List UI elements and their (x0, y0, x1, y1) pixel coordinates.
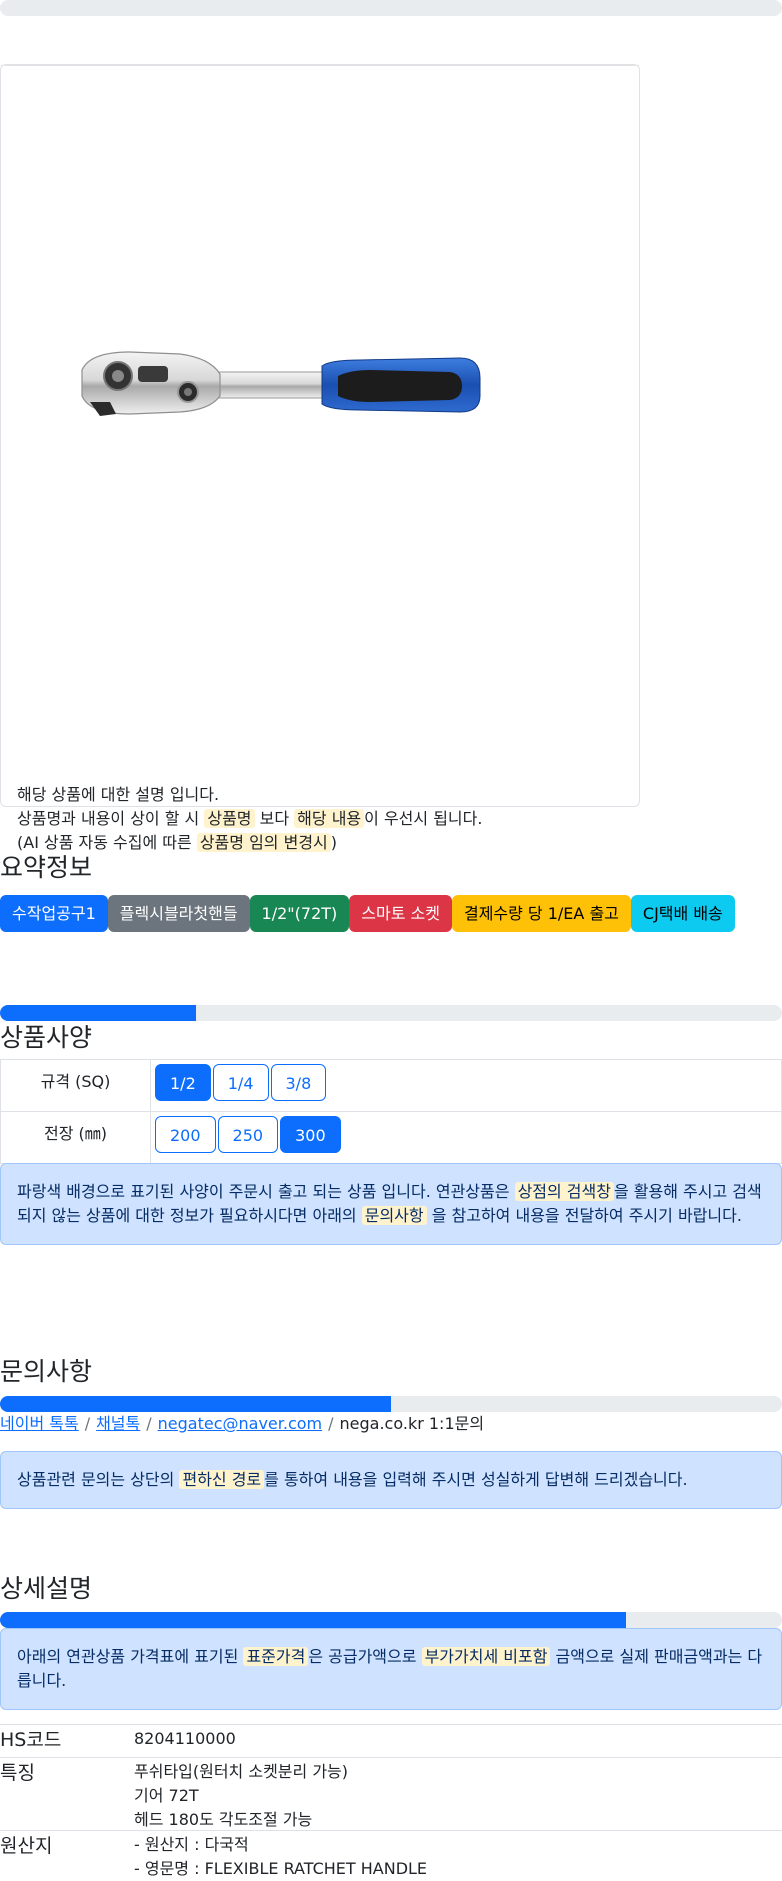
info-value-hs: 8204110000 (134, 1729, 236, 1748)
badge-quantity: 결제수량 당 1/EA 출고 (451, 895, 631, 932)
spec-progress-bar (0, 1005, 782, 1021)
info-row-features: 특징 푸쉬타입(원터치 소켓분리 가능) 기어 72T 헤드 180도 각도조절… (0, 1757, 782, 1830)
spec-title: 상품사양 (0, 1023, 93, 1052)
notice-text: 상품관련 문의는 상단의 (17, 1470, 175, 1489)
spec-options-length: 200 250 300 (150, 1111, 782, 1164)
badge-size: 1/2"(72T) (249, 895, 350, 932)
origin-item: - 원산지 : 다국적 (134, 1835, 249, 1854)
badge-category: 수작업공구1 (0, 895, 108, 932)
spec-options-sq: 1/2 1/4 3/8 (150, 1059, 782, 1112)
highlight-standard-price: 표준가격 (243, 1647, 309, 1666)
description-text: ) (330, 833, 338, 852)
option-length-300[interactable]: 300 (280, 1116, 341, 1153)
info-value-origin: - 원산지 : 다국적 - 영문명 : FLEXIBLE RATCHET HAN… (134, 1833, 427, 1880)
detail-title: 상세설명 (0, 1574, 93, 1603)
separator: / (328, 1414, 334, 1433)
inquiry-title: 문의사항 (0, 1357, 93, 1386)
highlight-vat: 부가가치세 비포함 (421, 1647, 551, 1666)
spec-label-sq: 규격 (SQ) (0, 1059, 151, 1112)
option-length-250[interactable]: 250 (217, 1116, 279, 1153)
detail-notice: 아래의 연관상품 가격표에 표기된 표준가격 은 공급가액으로 부가가치세 비포함… (0, 1628, 782, 1710)
card-divider (1, 65, 639, 66)
highlight-inquiry: 문의사항 (361, 1206, 427, 1225)
top-progress-bar (0, 0, 782, 16)
highlight-content: 해당 내용 (294, 809, 365, 828)
notice-text: 파랑색 배경으로 표기된 사양이 주문시 출고 되는 상품 입니다. 연관상품은 (17, 1182, 510, 1201)
info-row-hs: HS코드 8204110000 (0, 1724, 782, 1757)
feature-item: 기어 72T (134, 1786, 199, 1805)
option-sq-3-8[interactable]: 3/8 (270, 1064, 327, 1101)
option-sq-1-4[interactable]: 1/4 (212, 1064, 269, 1101)
spec-table: 규격 (SQ) 1/2 1/4 3/8 전장 (㎜) 200 250 300 (0, 1059, 782, 1164)
inquiry-breadcrumb: 네이버 톡톡 / 채널톡 / negatec@naver.com / nega.co.kr … (0, 1410, 484, 1434)
highlight-product-name: 상품명 (204, 809, 255, 828)
detail-progress-bar (0, 1612, 782, 1628)
separator: / (84, 1414, 91, 1433)
info-label-hs: HS코드 (0, 1729, 62, 1751)
highlight-route: 편하신 경로 (179, 1470, 265, 1489)
notice-text: 을 참고하여 내용을 전달하여 주시기 바랍니다. (431, 1206, 742, 1225)
feature-item: 헤드 180도 각도조절 가능 (134, 1810, 313, 1829)
separator: / (146, 1414, 152, 1433)
info-label-features: 특징 (0, 1762, 35, 1784)
notice-text: 를 통하여 내용을 입력해 주시면 성실하게 답변해 드리겠습니다. (264, 1470, 688, 1489)
detail-info-table: HS코드 8204110000 특징 푸쉬타입(원터치 소켓분리 가능) 기어 … (0, 1724, 782, 1880)
description-text: 보다 (259, 809, 290, 828)
summary-title: 요약정보 (0, 853, 93, 882)
notice-text: 은 공급가액으로 (308, 1647, 417, 1666)
highlight-name-change: 상품명 임의 변경시 (196, 833, 331, 852)
product-description: 해당 상품에 대한 설명 입니다. 상품명과 내용이 상이 할 시 상품명 보다… (17, 783, 482, 855)
inquiry-site-text: nega.co.kr 1:1문의 (339, 1414, 485, 1433)
spec-row-length: 전장 (㎜) 200 250 300 (0, 1111, 782, 1164)
description-text: 상품명과 내용이 상이 할 시 (17, 809, 200, 828)
option-length-200[interactable]: 200 (155, 1116, 216, 1153)
info-row-origin: 원산지 - 원산지 : 다국적 - 영문명 : FLEXIBLE RATCHET… (0, 1830, 782, 1880)
description-line-2: 상품명과 내용이 상이 할 시 상품명 보다 해당 내용 이 우선시 됩니다. (17, 807, 482, 831)
spec-notice: 파랑색 배경으로 표기된 사양이 주문시 출고 되는 상품 입니다. 연관상품은… (0, 1163, 782, 1245)
detail-progress-fill (0, 1612, 626, 1628)
description-line-1: 해당 상품에 대한 설명 입니다. (17, 783, 482, 807)
link-naver-talk[interactable]: 네이버 톡톡 (0, 1414, 79, 1433)
product-image (81, 351, 481, 416)
badge-brand: 스마토 소켓 (349, 895, 452, 932)
link-email[interactable]: negatec@naver.com (158, 1414, 322, 1433)
description-text: 이 우선시 됩니다. (364, 809, 483, 828)
feature-item: 푸쉬타입(원터치 소켓분리 가능) (134, 1762, 349, 1781)
spec-label-length: 전장 (㎜) (0, 1111, 151, 1164)
info-value-features: 푸쉬타입(원터치 소켓분리 가능) 기어 72T 헤드 180도 각도조절 가능 (134, 1760, 348, 1830)
spec-row-sq: 규격 (SQ) 1/2 1/4 3/8 (0, 1059, 782, 1112)
notice-text: 아래의 연관상품 가격표에 표기된 (17, 1647, 239, 1666)
description-text: 해당 상품에 대한 설명 입니다. (17, 785, 220, 804)
origin-item: - 영문명 : FLEXIBLE RATCHET HANDLE (134, 1859, 428, 1878)
badge-type: 플렉시블라첫핸들 (107, 895, 250, 932)
info-label-origin: 원산지 (0, 1835, 53, 1857)
summary-badges: 수작업공구1 플렉시블라첫핸들 1/2"(72T) 스마토 소켓 결제수량 당 … (0, 895, 735, 932)
inquiry-notice: 상품관련 문의는 상단의 편하신 경로 를 통하여 내용을 입력해 주시면 성실하… (0, 1451, 782, 1509)
badge-shipping: CJ택배 배송 (630, 895, 735, 932)
link-channel-talk[interactable]: 채널톡 (96, 1414, 140, 1433)
highlight-search: 상점의 검색창 (514, 1182, 614, 1201)
option-sq-1-2[interactable]: 1/2 (155, 1064, 211, 1101)
